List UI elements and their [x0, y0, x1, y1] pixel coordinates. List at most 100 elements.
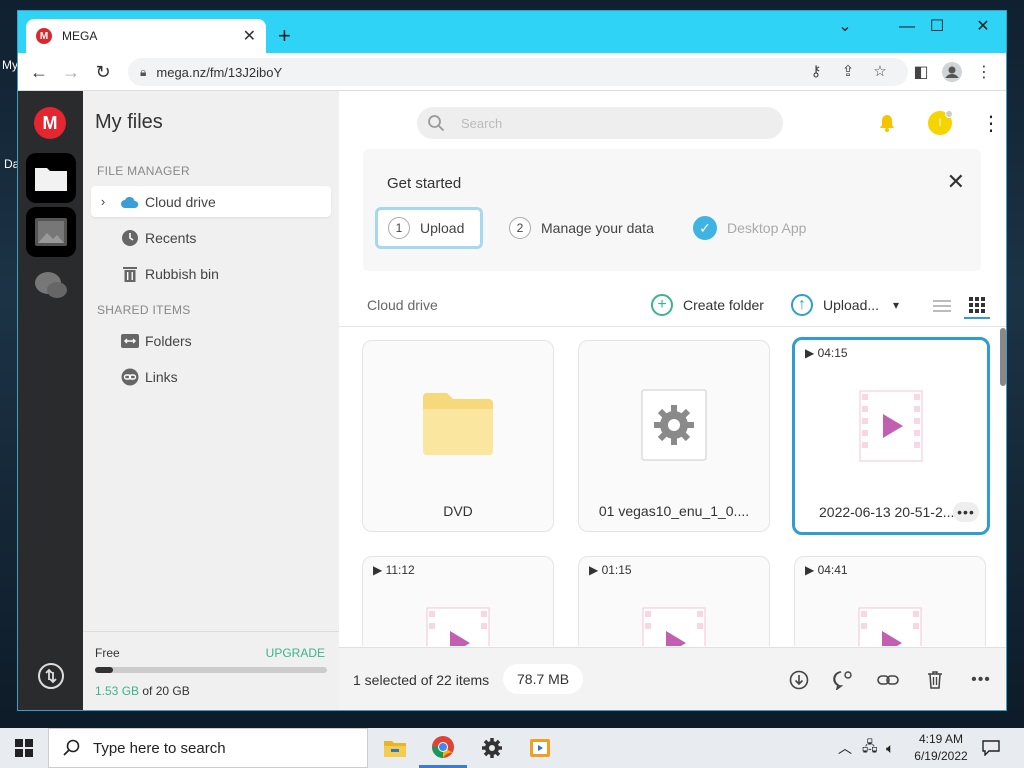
side-panel-icon[interactable]: ◧	[908, 59, 934, 85]
chevron-right-icon[interactable]: ›	[91, 194, 115, 209]
windows-start-icon[interactable]	[0, 728, 48, 768]
storage-usage: 1.53 GB of 20 GB	[95, 684, 190, 698]
taskbar-search-input[interactable]: Type here to search	[48, 728, 368, 768]
delete-icon[interactable]	[923, 668, 947, 692]
settings-gear-icon[interactable]	[468, 728, 516, 768]
list-view-icon[interactable]	[929, 293, 955, 319]
upgrade-link[interactable]: UPGRADE	[266, 646, 325, 660]
mega-favicon-icon: M	[36, 28, 52, 44]
create-folder-button[interactable]: + Create folder	[651, 293, 764, 317]
new-tab-button[interactable]: +	[278, 23, 291, 49]
get-link-icon[interactable]	[876, 668, 900, 692]
storage-plan-label: Free	[95, 646, 120, 660]
share-icon[interactable]: ⇪	[836, 58, 860, 86]
sync-icon	[38, 663, 64, 689]
scrollbar-thumb[interactable]	[1000, 328, 1006, 386]
step-label: Manage your data	[541, 220, 654, 236]
file-card[interactable]: ▶ 01:15	[578, 556, 770, 646]
close-get-started-icon[interactable]: ✕	[947, 169, 965, 195]
breadcrumb[interactable]: Cloud drive	[367, 297, 438, 313]
folder-icon	[35, 168, 67, 191]
mega-app: M My files FILE MANAGER › Cloud drive Re…	[18, 91, 1006, 710]
sidebar-item-rubbish-bin[interactable]: Rubbish bin	[91, 258, 331, 289]
selection-bar: 1 selected of 22 items 78.7 MB •••	[339, 647, 1006, 710]
transfers-rail-button[interactable]	[26, 651, 76, 701]
account-avatar[interactable]: I	[926, 109, 954, 137]
video-editor-app-icon[interactable]	[516, 728, 564, 768]
file-card[interactable]: ▶ 04:41	[794, 556, 986, 646]
search-input[interactable]: Search	[417, 107, 783, 139]
minimize-button[interactable]: —	[892, 15, 922, 39]
video-duration: ▶ 01:15	[589, 563, 632, 577]
key-icon[interactable]: ⚷	[804, 58, 828, 86]
maximize-button[interactable]: ☐	[922, 15, 952, 39]
video-thumbnail-icon	[426, 607, 490, 646]
close-window-button[interactable]: ✕	[968, 15, 998, 39]
step-desktop-app[interactable]: ✓ Desktop App	[693, 207, 806, 249]
tab-close-icon[interactable]: ✕	[243, 26, 256, 46]
forward-button[interactable]: →	[58, 59, 84, 85]
browser-tab[interactable]: M MEGA ✕	[26, 19, 266, 53]
more-options-icon[interactable]: •••	[953, 502, 979, 522]
clock-icon	[115, 229, 145, 247]
mega-logo[interactable]: M	[34, 107, 66, 139]
video-thumbnail-icon	[858, 607, 922, 646]
bookmark-star-icon[interactable]: ☆	[868, 58, 892, 86]
reload-button[interactable]: ↻	[90, 59, 116, 85]
browser-menu-icon[interactable]: ⋮	[971, 59, 997, 85]
photos-rail-button[interactable]	[26, 207, 76, 257]
files-rail-button[interactable]	[26, 153, 76, 203]
back-button[interactable]: ←	[26, 59, 52, 85]
file-card[interactable]: DVD	[362, 340, 554, 532]
download-icon[interactable]	[787, 668, 811, 692]
more-actions-icon[interactable]: •••	[969, 668, 993, 692]
step-number: 1	[388, 217, 410, 239]
video-thumbnail-icon	[642, 607, 706, 646]
grid-view-icon[interactable]	[964, 293, 990, 319]
photos-icon	[35, 218, 67, 246]
url-field[interactable]: 🔒︎ mega.nz/fm/13J2iboY ⚷ ⇪ ☆	[128, 58, 908, 86]
profile-icon[interactable]	[939, 59, 965, 85]
file-card[interactable]: ▶ 11:12	[362, 556, 554, 646]
show-hidden-icons-chevron[interactable]: ︿	[838, 728, 852, 768]
sidebar-item-links[interactable]: Links	[91, 361, 331, 392]
notifications-icon[interactable]	[982, 728, 1000, 768]
get-started-panel: Get started ✕ 1 Upload 2 Manage your dat…	[363, 149, 981, 271]
lock-icon: 🔒︎	[140, 64, 147, 79]
sidebar-item-label: Folders	[145, 332, 192, 349]
file-card-selected[interactable]: ▶ 04:15 2022-06-13 20-51-2... •••	[792, 337, 990, 535]
page-title: My files	[95, 111, 163, 133]
selection-size: 78.7 MB	[503, 664, 584, 694]
sidebar-item-cloud-drive[interactable]: › Cloud drive	[91, 186, 331, 217]
tab-search-chevron-icon[interactable]: ⌄	[830, 15, 860, 39]
notifications-bell-icon[interactable]	[873, 109, 901, 137]
share-chat-icon[interactable]	[831, 668, 855, 692]
upload-button[interactable]: ↑ Upload... ▾	[791, 293, 899, 317]
chrome-icon[interactable]	[419, 728, 467, 768]
file-explorer-icon[interactable]	[371, 728, 419, 768]
sidebar: My files FILE MANAGER › Cloud drive Rece…	[83, 91, 339, 710]
taskbar-clock[interactable]: 4:19 AM 6/19/2022	[906, 731, 976, 765]
main-content: Search I ⋮ Get started ✕ 1 Upload 2 Mana…	[339, 91, 1006, 710]
grid-scrollbar[interactable]	[1000, 328, 1006, 646]
file-manager-heading: FILE MANAGER	[97, 164, 190, 178]
volume-icon[interactable]: 🔈︎	[886, 728, 894, 768]
shared-folder-icon	[115, 333, 145, 348]
url-text: mega.nz/fm/13J2iboY	[156, 64, 283, 80]
search-icon	[428, 115, 445, 132]
folder-thumbnail-icon	[423, 393, 493, 455]
step-upload[interactable]: 1 Upload	[375, 207, 483, 249]
sidebar-item-recents[interactable]: Recents	[91, 222, 331, 253]
shared-items-heading: SHARED ITEMS	[97, 303, 191, 317]
network-icon[interactable]: 🖧︎	[862, 728, 878, 768]
file-name: 01 vegas10_enu_1_0....	[598, 503, 750, 519]
sidebar-item-folders[interactable]: Folders	[91, 325, 331, 356]
video-duration: ▶ 04:41	[805, 563, 848, 577]
link-icon	[115, 368, 145, 386]
more-menu-icon[interactable]: ⋮	[977, 109, 1005, 137]
file-card[interactable]: 01 vegas10_enu_1_0....	[578, 340, 770, 532]
desktop-icon-label[interactable]: My	[2, 58, 18, 72]
chat-rail-button[interactable]	[26, 261, 76, 311]
step-manage-data[interactable]: 2 Manage your data	[509, 207, 654, 249]
trash-icon	[115, 265, 145, 283]
